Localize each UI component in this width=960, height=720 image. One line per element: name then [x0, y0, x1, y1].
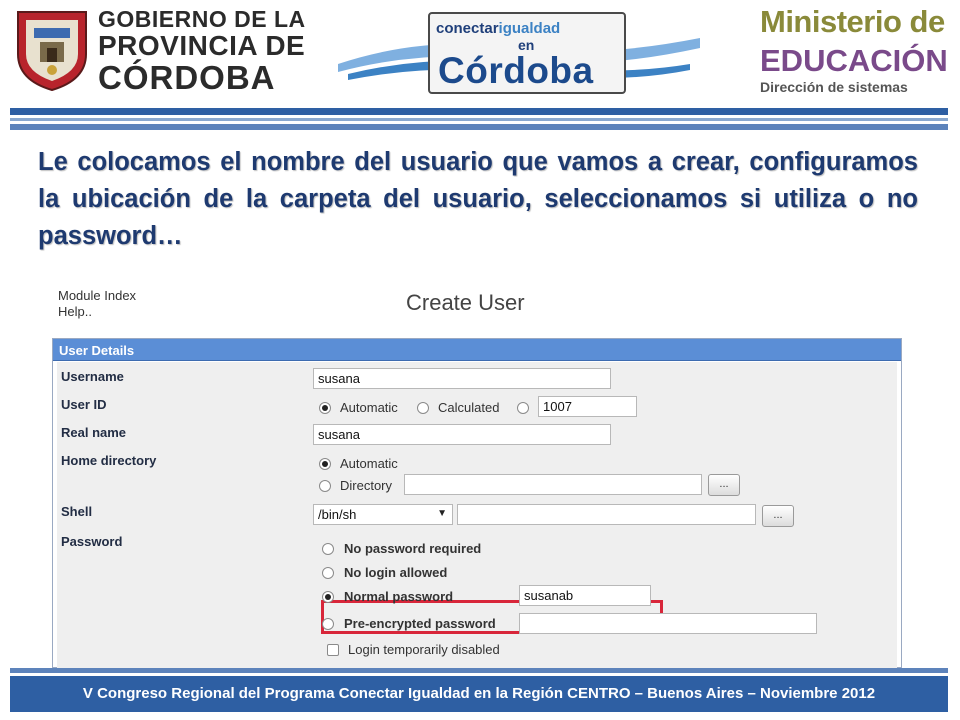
login-disabled-checkbox[interactable]: [327, 644, 339, 656]
home-directory-automatic-label: Automatic: [340, 456, 398, 471]
program-logo: conectarigualdad en Córdoba: [338, 8, 700, 100]
normal-password-radio[interactable]: [322, 591, 334, 603]
no-password-radio[interactable]: [322, 543, 334, 555]
user-id-automatic-label: Automatic: [340, 400, 398, 415]
normal-password-input[interactable]: susanab: [519, 585, 651, 606]
pre-encrypted-input[interactable]: [519, 613, 817, 634]
program-logo-line1b: igualdad: [498, 20, 561, 37]
program-logo-line1: conectarigualdad: [436, 20, 560, 37]
home-directory-input[interactable]: [404, 474, 702, 495]
normal-password-label: Normal password: [344, 589, 454, 604]
ministry-logo-line2: EDUCACIÓN: [760, 43, 948, 78]
program-logo-line1a: conectar: [436, 20, 499, 37]
shell-select[interactable]: /bin/sh ▼: [313, 504, 453, 525]
program-logo-line3: Córdoba: [438, 50, 594, 91]
ministry-logo-line3: Dirección de sistemas: [760, 79, 908, 95]
username-input[interactable]: susana: [313, 368, 611, 389]
user-id-calculated-radio[interactable]: [417, 402, 429, 414]
province-logo-text: GOBIERNO DE LA PROVINCIA DE CÓRDOBA: [98, 6, 306, 96]
header-divider-bar-thin: [10, 118, 948, 121]
user-details-form: Username susana User ID Automatic Calcul…: [57, 362, 897, 668]
program-logo-badge: conectarigualdad en Córdoba: [428, 12, 626, 94]
home-directory-browse-button[interactable]: ...: [708, 474, 740, 496]
chevron-down-icon: ▼: [437, 508, 447, 519]
province-logo-line1: GOBIERNO DE LA: [98, 6, 306, 32]
home-directory-custom-label: Directory: [340, 478, 393, 493]
username-label: Username: [61, 369, 124, 384]
module-index-link[interactable]: Module Index: [58, 288, 136, 304]
home-directory-automatic-radio[interactable]: [319, 458, 331, 470]
no-login-radio[interactable]: [322, 567, 334, 579]
real-name-label: Real name: [61, 425, 127, 440]
header-divider-bar: [10, 108, 948, 115]
shell-custom-input[interactable]: [457, 504, 756, 525]
user-details-panel: User Details Username susana User ID Aut…: [52, 338, 902, 668]
shell-browse-button[interactable]: ...: [762, 505, 794, 527]
user-id-manual-radio[interactable]: [517, 402, 529, 414]
help-link[interactable]: Help..: [58, 304, 136, 320]
ministry-logo-line1: Ministerio de: [760, 4, 945, 39]
password-label: Password: [61, 534, 123, 549]
page-title: Create User: [406, 290, 525, 315]
shell-select-value: /bin/sh: [318, 507, 357, 522]
user-id-label: User ID: [61, 397, 107, 412]
province-logo-line2: PROVINCIA DE: [98, 30, 306, 61]
user-details-header: User Details: [53, 339, 901, 361]
module-links: Module Index Help..: [58, 288, 136, 320]
user-id-calculated-label: Calculated: [438, 400, 500, 415]
home-directory-label: Home directory: [61, 453, 157, 468]
login-disabled-label: Login temporarily disabled: [348, 642, 500, 657]
province-shield-icon: [17, 11, 87, 92]
slide-footer: V Congreso Regional del Programa Conecta…: [10, 676, 948, 712]
user-id-input[interactable]: 1007: [538, 396, 637, 417]
slide-description: Le colocamos el nombre del usuario que v…: [38, 148, 918, 250]
real-name-input[interactable]: susana: [313, 424, 611, 445]
slide-header: GOBIERNO DE LA PROVINCIA DE CÓRDOBA cone…: [0, 0, 960, 108]
pre-encrypted-radio[interactable]: [322, 618, 334, 630]
user-id-automatic-radio[interactable]: [319, 402, 331, 414]
province-logo-line3: CÓRDOBA: [98, 59, 276, 96]
no-login-label: No login allowed: [344, 565, 448, 580]
no-password-label: No password required: [344, 541, 482, 556]
ministry-logo: Ministerio de EDUCACIÓN Dirección de sis…: [760, 6, 948, 95]
pre-encrypted-label: Pre-encrypted password: [344, 616, 496, 631]
home-directory-custom-radio[interactable]: [319, 480, 331, 492]
footer-divider-bar: [10, 668, 948, 673]
shell-label: Shell: [61, 504, 93, 519]
header-divider-bar-lower: [10, 124, 948, 130]
